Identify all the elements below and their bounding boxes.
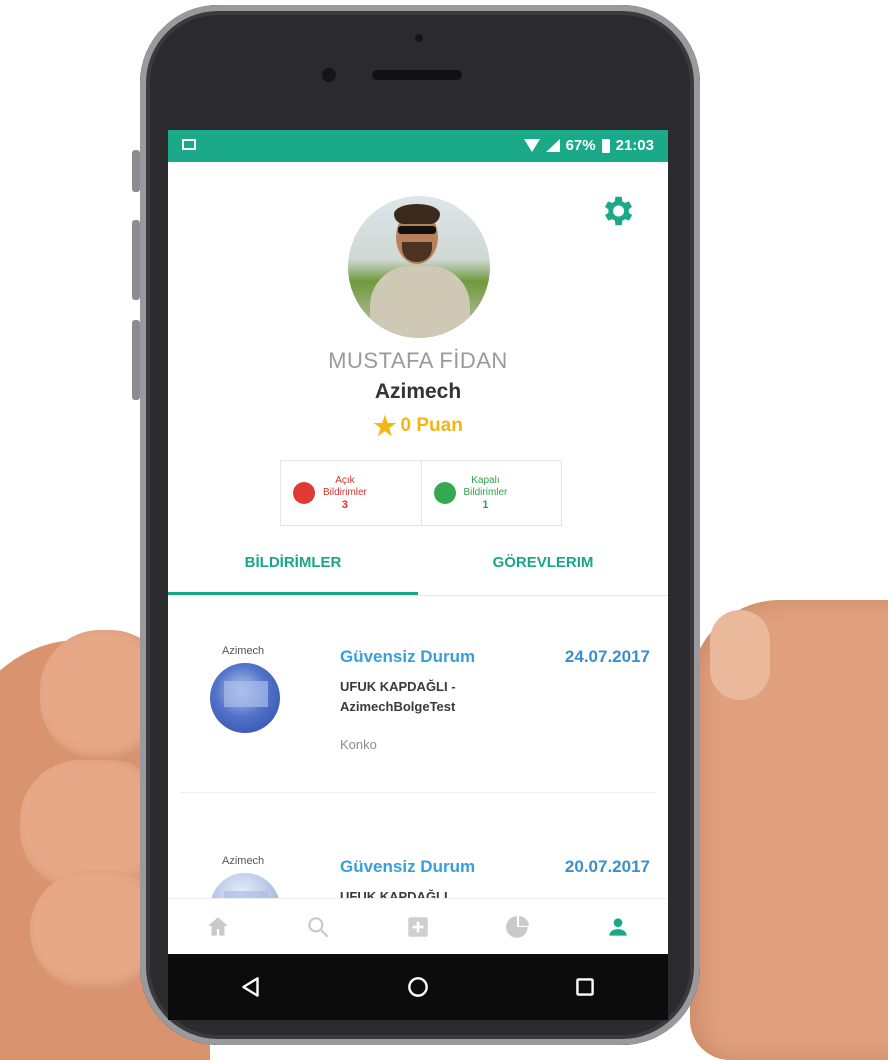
notification-date: 20.07.2017 [564, 857, 650, 876]
tab-tasks[interactable]: GÖREVLERIM [418, 544, 668, 596]
battery-percent: 67% [565, 137, 596, 154]
screen-notification-icon [182, 139, 196, 150]
stats-box: Açık Bildirimler 3 Kapalı Bildirimler 1 [280, 460, 562, 526]
closed-label-line2: Bildirimler [463, 487, 508, 498]
user-name: MUSTAFA FİDAN [328, 348, 508, 373]
notification-title: Güvensiz Durum [340, 647, 476, 666]
back-icon[interactable] [238, 974, 264, 1000]
closed-label-line1: Kapalı [471, 475, 500, 486]
tab-notifications[interactable]: BİLDİRİMLER [168, 544, 418, 596]
search-icon[interactable] [305, 914, 331, 940]
sensor [415, 34, 423, 42]
open-label-line2: Bildirimler [323, 487, 367, 498]
gear-icon[interactable] [598, 192, 636, 230]
home-icon[interactable] [205, 914, 231, 940]
tab-bar: BİLDİRİMLER GÖREVLERIM [168, 544, 668, 596]
front-camera [322, 68, 336, 82]
avatar[interactable] [348, 196, 490, 338]
notification-thumbnail [210, 663, 280, 733]
thumbnail-caption: Azimech [222, 855, 265, 867]
chart-icon[interactable] [505, 914, 531, 940]
green-dot-icon [433, 482, 456, 504]
wifi-icon [523, 139, 540, 152]
app-screen: 67% 21:03 MUSTAFA FİDAN Azimech ★ 0 Puan… [168, 130, 668, 1020]
recents-icon[interactable] [572, 974, 598, 1000]
volume-down-button [132, 320, 140, 400]
home-circle-icon[interactable] [405, 974, 431, 1000]
active-tab-indicator [168, 592, 418, 595]
notification-location: AzimechBolgeTest [340, 699, 456, 714]
mute-switch [132, 150, 140, 192]
points-label: 0 Puan [400, 415, 463, 436]
points-display: ★ 0 Puan [168, 413, 668, 439]
right-thumb [710, 610, 770, 700]
volume-up-button [132, 220, 140, 300]
notification-date: 24.07.2017 [564, 647, 650, 666]
notification-meta: Konko [340, 737, 377, 752]
closed-count: 1 [482, 499, 489, 511]
notification-title: Güvensiz Durum [340, 857, 476, 876]
closed-notifications-stat[interactable]: Kapalı Bildirimler 1 [420, 461, 562, 525]
thumbnail-caption: Azimech [222, 645, 265, 657]
open-label-line1: Açık [335, 475, 355, 486]
battery-icon [601, 138, 610, 153]
tab-divider [168, 595, 668, 596]
system-navigation-bar [168, 954, 668, 1020]
list-divider [180, 792, 656, 793]
red-dot-icon [293, 482, 315, 504]
signal-icon [545, 139, 560, 152]
open-notifications-stat[interactable]: Açık Bildirimler 3 [281, 461, 421, 525]
star-icon: ★ [373, 411, 397, 441]
status-bar: 67% 21:03 [168, 130, 668, 162]
notification-reporter: UFUK KAPDAĞLI - [340, 679, 456, 694]
open-count: 3 [341, 499, 349, 511]
profile-icon[interactable] [605, 914, 631, 940]
bottom-nav [168, 898, 668, 955]
company-name: Azimech [374, 380, 462, 403]
add-icon[interactable] [405, 914, 431, 940]
list-item[interactable]: Azimech Güvensiz Durum 24.07.2017 UFUK K… [168, 635, 668, 807]
earpiece-speaker [372, 70, 462, 80]
clock: 21:03 [615, 137, 654, 154]
